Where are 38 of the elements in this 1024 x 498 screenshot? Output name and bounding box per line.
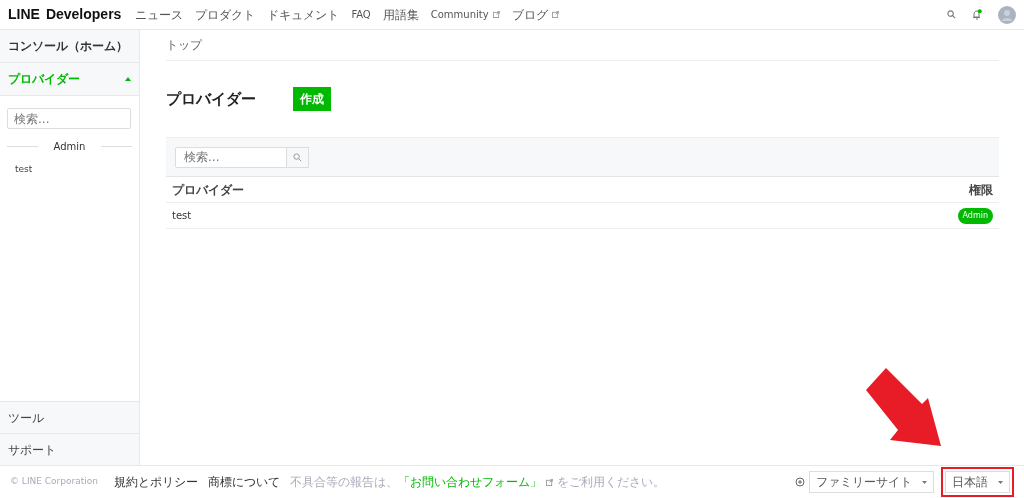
- nav-link[interactable]: ブログ: [511, 5, 559, 24]
- nav-link[interactable]: Community: [430, 7, 500, 22]
- select-dropdown[interactable]: 日本語: [945, 471, 1010, 493]
- nav-link[interactable]: ドキュメント: [267, 5, 340, 24]
- column-header: プロバイダー: [172, 181, 244, 199]
- nav-link[interactable]: ニュース: [135, 5, 184, 24]
- page-title: プロバイダー: [166, 90, 256, 108]
- select-dropdown[interactable]: ファミリーサイト: [809, 471, 934, 493]
- search-field[interactable]: 検索...: [175, 146, 287, 168]
- search-icon: [293, 152, 302, 162]
- breadcrumb-item[interactable]: トップ: [166, 36, 202, 54]
- footer-link[interactable]: 規約とポリシー: [114, 473, 198, 491]
- external-link-icon: [551, 11, 559, 18]
- group-heading: Admin: [53, 140, 86, 154]
- search-field[interactable]: 検索...: [7, 108, 131, 129]
- column-header: 権限: [969, 181, 993, 199]
- sidebar-subitem[interactable]: test: [0, 154, 139, 177]
- footer-link[interactable]: 商標について: [208, 473, 280, 491]
- avatar-icon[interactable]: [998, 5, 1016, 24]
- bell-icon[interactable]: [972, 9, 982, 20]
- nav-link[interactable]: FAQ: [351, 7, 371, 22]
- caret-icon: [998, 480, 1003, 484]
- logo-mark[interactable]: LINE: [8, 4, 40, 25]
- nav-link[interactable]: 用語集: [382, 5, 419, 24]
- caret-icon: [125, 77, 131, 81]
- logo-text[interactable]: Developers: [45, 4, 122, 25]
- sidebar-item[interactable]: コンソール（ホーム）: [0, 30, 139, 63]
- sidebar-item[interactable]: サポート: [0, 433, 139, 465]
- caret-icon: [922, 480, 927, 484]
- nav-link[interactable]: プロダクト: [195, 5, 256, 24]
- search-icon[interactable]: [947, 10, 956, 19]
- external-link-icon: [546, 479, 553, 486]
- sidebar-item[interactable]: ツール: [0, 401, 139, 433]
- footer-notice: 不具合等の報告は、「お問い合わせフォーム」 をご利用ください。: [290, 474, 665, 491]
- role-badge: Admin: [957, 207, 993, 224]
- table-cell-text: test: [172, 209, 192, 223]
- external-link-icon: [492, 11, 500, 18]
- copyright: © LINE Corporation: [10, 475, 98, 489]
